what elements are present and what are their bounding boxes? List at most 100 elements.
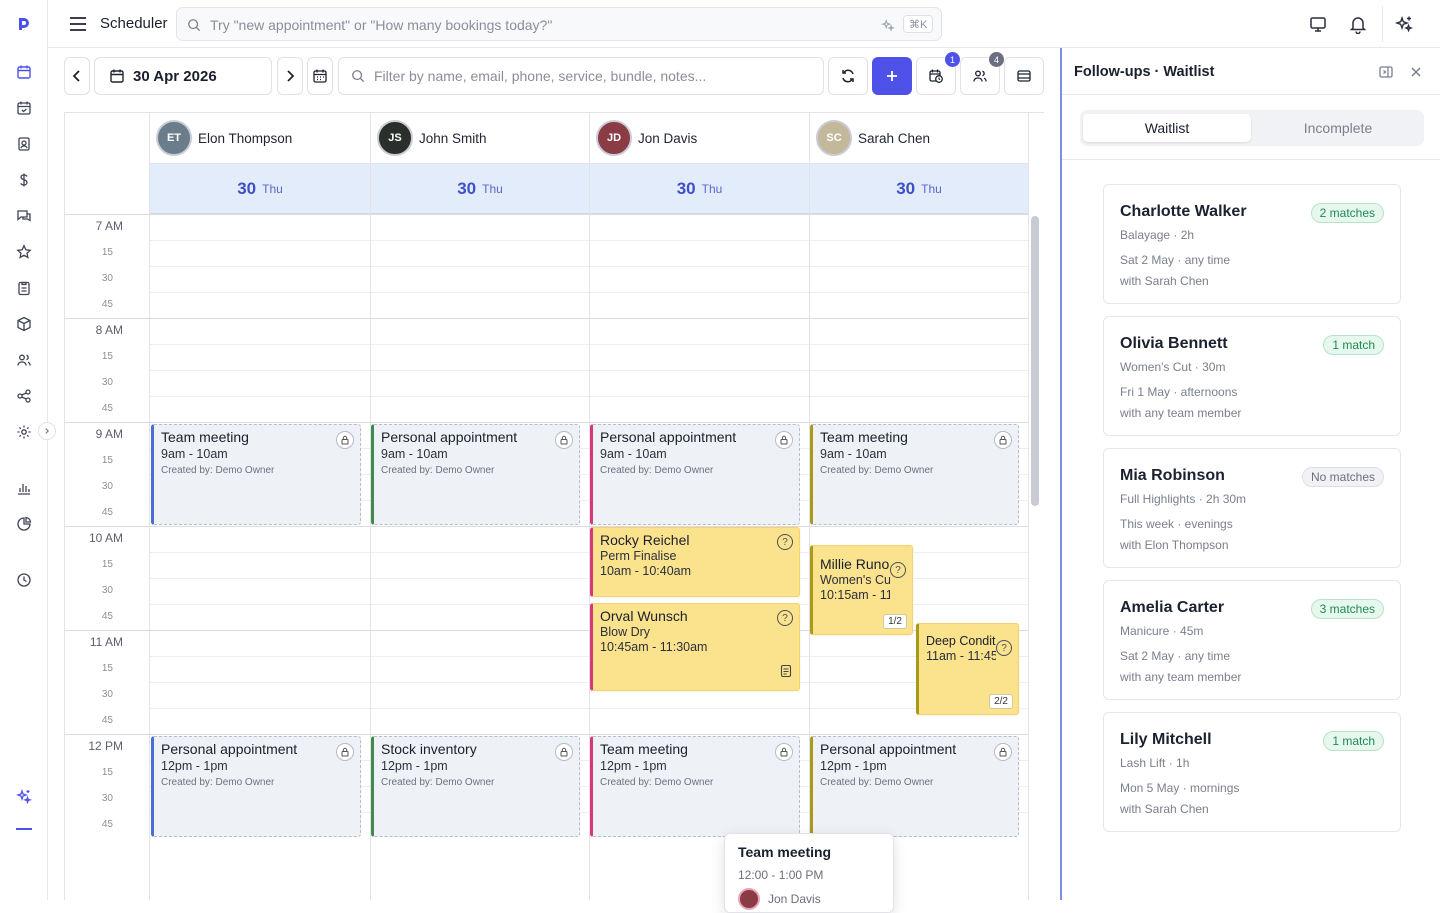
date-header: 30 Thu	[150, 164, 370, 214]
booking-card[interactable]: Orval Wunsch Blow Dry 10:45am - 11:30am …	[590, 603, 800, 691]
appointment-creator: Created by: Demo Owner	[161, 465, 275, 476]
app-title: Scheduler	[100, 15, 168, 32]
sparkle-icon	[881, 18, 895, 32]
appointment-block[interactable]: Team meeting 12pm - 1pm Created by: Demo…	[590, 736, 800, 837]
waitlist-card[interactable]: Charlotte Walker Balayage · 2h Sat 2 May…	[1103, 184, 1401, 304]
share-icon[interactable]	[14, 386, 34, 406]
add-appointment-button[interactable]	[872, 57, 912, 95]
day-calendar: ET Elon Thompson 30 Thu JS John Smith 30…	[64, 112, 1044, 900]
global-search[interactable]: Try "new appointment" or "How many booki…	[176, 7, 942, 41]
match-badge[interactable]: 2 matches	[1310, 203, 1384, 223]
left-sidebar	[0, 0, 56, 900]
appointment-block[interactable]: Team meeting 9am - 10am Created by: Demo…	[810, 424, 1019, 525]
calendar-check-icon[interactable]	[14, 98, 34, 118]
next-day-button[interactable]	[277, 57, 303, 95]
month-view-button[interactable]	[307, 57, 333, 95]
search-icon	[188, 19, 201, 32]
sparkle-icon[interactable]	[14, 786, 34, 806]
appointment-creator: Created by: Demo Owner	[381, 465, 495, 476]
ai-assistant-button[interactable]	[1382, 6, 1424, 42]
contacts-icon[interactable]	[14, 134, 34, 154]
team-icon[interactable]	[14, 350, 34, 370]
booking-card[interactable]: Deep Conditioning 11am - 11:45am ? 2/2	[916, 623, 1019, 715]
close-icon[interactable]	[1408, 64, 1424, 80]
clipboard-icon[interactable]	[14, 278, 34, 298]
staff-header[interactable]: ET Elon Thompson	[150, 113, 370, 164]
menu-icon[interactable]	[68, 14, 88, 34]
refresh-button[interactable]	[828, 57, 868, 95]
minute-label: 30	[101, 377, 113, 388]
layout-toggle-button[interactable]	[1004, 57, 1044, 95]
logo-icon[interactable]	[14, 14, 34, 34]
minute-label: 30	[101, 689, 113, 700]
service-name: Deep Conditioning	[926, 634, 996, 648]
booking-card[interactable]: Rocky Reichel Perm Finalise 10am - 10:40…	[590, 527, 800, 597]
minute-label: 30	[101, 273, 113, 284]
waitlist-card[interactable]: Mia Robinson Full Highlights · 2h 30m Th…	[1103, 448, 1401, 568]
staff-header[interactable]: JD Jon Davis	[590, 113, 809, 164]
booking-card[interactable]: Millie Runolfsdottir Women's Cut 10:15am…	[810, 545, 913, 635]
staff-header[interactable]: JS John Smith	[371, 113, 589, 164]
date-picker-button[interactable]: 30 Apr 2026	[94, 57, 272, 95]
appointment-block[interactable]: Personal appointment 12pm - 1pm Created …	[810, 736, 1019, 837]
booking-time: 10am - 10:40am	[600, 564, 692, 578]
match-badge[interactable]: No matches	[1301, 467, 1384, 487]
hour-label: 10 AM	[88, 531, 123, 545]
waitlist-card[interactable]: Lily Mitchell Lash Lift · 1h Mon 5 May ·…	[1103, 712, 1401, 832]
calendar-scrollbar[interactable]	[1031, 216, 1039, 506]
expand-sidebar-button[interactable]	[38, 422, 56, 440]
tab-waitlist[interactable]: Waitlist	[1083, 114, 1251, 142]
tab-incomplete[interactable]: Incomplete	[1254, 114, 1422, 142]
settings-icon[interactable]	[14, 422, 34, 442]
appointment-creator: Created by: Demo Owner	[600, 777, 714, 788]
match-badge[interactable]: 1 match	[1323, 731, 1384, 751]
bell-icon[interactable]	[1348, 14, 1368, 35]
appointment-block[interactable]: Personal appointment 9am - 10am Created …	[590, 424, 800, 525]
calendar-icon	[110, 69, 124, 83]
minute-label: 45	[101, 403, 113, 414]
sparkle-icon	[1394, 15, 1413, 33]
filter-input[interactable]: Filter by name, email, phone, service, b…	[338, 57, 824, 95]
prev-day-button[interactable]	[64, 57, 90, 95]
waitlist-card[interactable]: Amelia Carter Manicure · 45m Sat 2 May ·…	[1103, 580, 1401, 700]
preferred-staff: with Sarah Chen	[1120, 802, 1209, 816]
chevron-right-icon	[287, 70, 295, 82]
appointment-block[interactable]: Stock inventory 12pm - 1pm Created by: D…	[371, 736, 580, 837]
clock-icon[interactable]	[14, 570, 34, 590]
gutter-hour-line	[65, 526, 150, 527]
followups-button[interactable]: 4	[960, 52, 1004, 95]
appointment-creator: Created by: Demo Owner	[820, 777, 934, 788]
waitlist-badge: 1	[945, 52, 960, 67]
preferred-staff: with any team member	[1120, 406, 1242, 420]
box-icon[interactable]	[14, 314, 34, 334]
dollar-icon[interactable]	[14, 170, 34, 190]
tooltip-time: 12:00 - 1:00 PM	[738, 868, 824, 882]
match-badge[interactable]: 1 match	[1323, 335, 1384, 355]
appointment-title: Stock inventory	[381, 741, 477, 757]
avatar: SC	[816, 120, 852, 156]
waitlist-card[interactable]: Olivia Bennett Women's Cut · 30m Fri 1 M…	[1103, 316, 1401, 436]
panel-title: Follow-ups · Waitlist	[1074, 64, 1215, 80]
tooltip-person-name: Jon Davis	[768, 892, 821, 906]
appointment-title: Personal appointment	[381, 429, 518, 445]
bar-chart-icon[interactable]	[14, 478, 34, 498]
staff-header[interactable]: SC Sarah Chen	[810, 113, 1028, 164]
lock-icon	[555, 743, 573, 761]
monitor-icon[interactable]	[1308, 14, 1328, 34]
appointment-title: Personal appointment	[820, 741, 957, 757]
appointment-time: 9am - 10am	[600, 447, 667, 461]
calendar-icon[interactable]	[14, 62, 34, 82]
calendar-clock-icon	[929, 69, 943, 83]
followups-badge: 4	[989, 52, 1004, 67]
waitlist-button[interactable]: 1	[916, 52, 960, 95]
appointment-block[interactable]: Personal appointment 9am - 10am Created …	[371, 424, 580, 525]
star-icon[interactable]	[14, 242, 34, 262]
minute-label: 15	[101, 559, 113, 570]
pie-chart-icon[interactable]	[14, 514, 34, 534]
collapse-panel-icon[interactable]	[1378, 64, 1394, 80]
messages-icon[interactable]	[14, 206, 34, 226]
appointment-block[interactable]: Personal appointment 12pm - 1pm Created …	[151, 736, 361, 837]
appointment-block[interactable]: Team meeting 9am - 10am Created by: Demo…	[151, 424, 361, 525]
gutter-hour-line	[65, 318, 150, 319]
match-badge[interactable]: 3 matches	[1310, 599, 1384, 619]
